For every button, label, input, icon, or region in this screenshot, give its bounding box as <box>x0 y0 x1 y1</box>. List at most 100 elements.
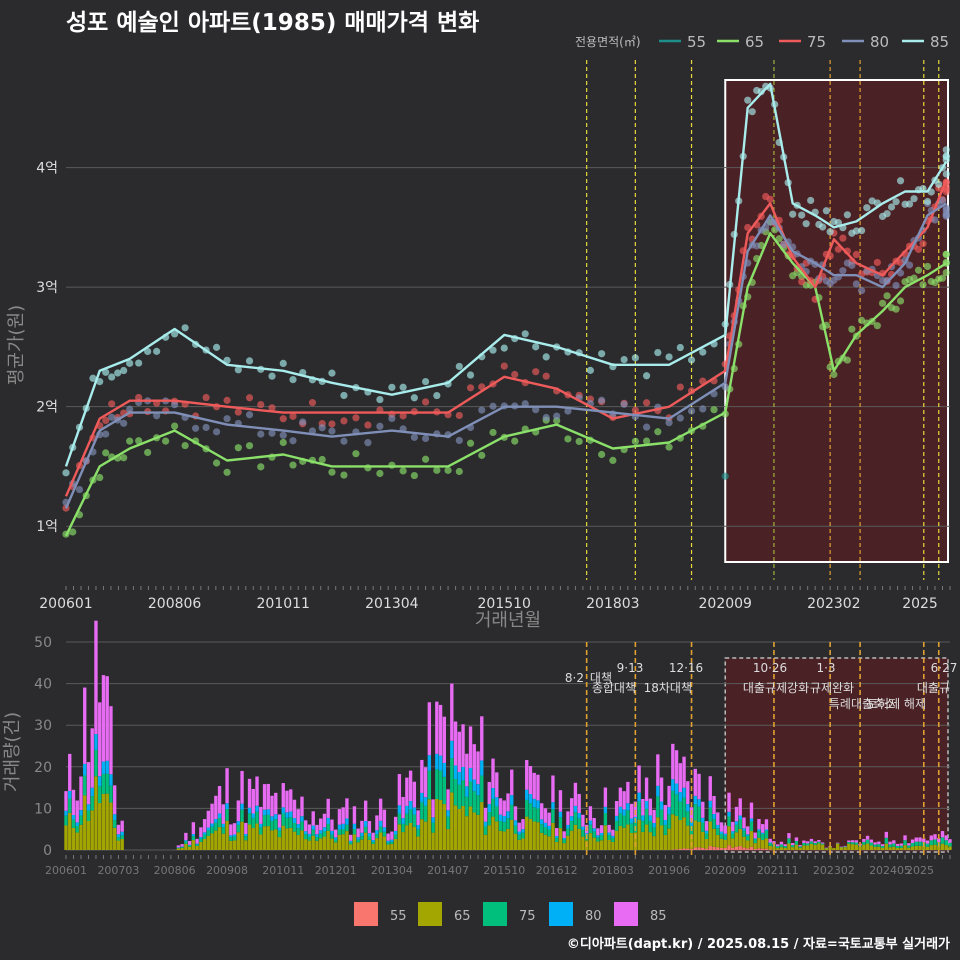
volume-bar-75 <box>517 834 521 840</box>
volume-bar-85 <box>933 834 937 840</box>
volume-bar-65 <box>408 822 413 850</box>
price-point-65 <box>376 469 384 478</box>
volume-bar-65 <box>191 840 196 850</box>
volume-bar-75 <box>109 785 113 803</box>
volume-bar-80 <box>607 832 611 836</box>
price-point-85 <box>883 210 891 218</box>
volume-bar-65 <box>304 839 308 850</box>
volume-bar-85 <box>457 731 461 773</box>
volume-bar-65 <box>341 834 345 850</box>
price-point-80 <box>753 242 761 250</box>
volume-bar-75 <box>607 835 611 841</box>
volume-bar-75 <box>483 826 488 835</box>
volume-bar-65 <box>476 814 480 850</box>
volume-bar-80 <box>547 825 551 830</box>
volume-bar-75 <box>397 813 402 825</box>
volume-bar-80 <box>453 765 458 779</box>
volume-bar-75 <box>375 834 379 839</box>
volume-bar-65 <box>618 825 623 850</box>
volume-bar-75 <box>184 841 188 844</box>
volume-bar-65 <box>296 835 300 850</box>
volume-bar-75 <box>274 819 278 830</box>
price-point-75 <box>500 362 508 370</box>
price-point-75 <box>257 400 265 409</box>
volume-bar-65 <box>712 828 716 847</box>
volume-bar-65 <box>217 827 222 850</box>
price-point-65 <box>598 450 606 459</box>
volume-bar-75 <box>599 835 604 841</box>
price-point-75 <box>108 400 116 408</box>
volume-bar-65 <box>850 844 855 850</box>
volume-bar-65 <box>386 844 390 850</box>
volume-bar-75 <box>603 812 608 826</box>
volume-bar-65 <box>240 821 244 850</box>
volume-bar-65 <box>236 832 240 850</box>
volume-bar-65 <box>356 842 360 850</box>
volume-bar-75 <box>498 820 503 831</box>
volume-bar-65 <box>326 830 330 850</box>
price-point-80 <box>192 424 200 432</box>
volume-x-tick-label: 201612 <box>536 864 578 877</box>
volume-bar-65 <box>674 815 679 850</box>
volume-bar-75 <box>465 796 469 817</box>
volume-bar-75 <box>319 833 323 839</box>
price-point-85 <box>135 359 143 367</box>
volume-bar-80 <box>716 824 720 829</box>
volume-bar-65 <box>723 839 727 848</box>
volume-bar-85 <box>922 838 926 843</box>
volume-bar-65 <box>761 840 765 849</box>
price-point-80 <box>942 211 950 219</box>
price-point-75 <box>873 258 881 267</box>
volume-bar-65 <box>510 819 514 850</box>
volume-bar-80 <box>229 835 233 838</box>
volume-bar-85 <box>656 754 660 786</box>
volume-bar-65 <box>910 846 915 850</box>
volume-bar-80 <box>618 806 623 814</box>
volume-bar-75 <box>472 791 476 813</box>
volume-bar-80 <box>397 805 402 814</box>
volume-bar-75 <box>678 801 682 821</box>
price-point-75 <box>223 396 231 404</box>
volume-bar-75 <box>206 830 211 836</box>
volume-bar-65 <box>629 833 634 850</box>
volume-bar-80 <box>405 805 409 814</box>
volume-bar-80 <box>540 819 544 825</box>
volume-bar-85 <box>483 807 488 822</box>
price-point-75 <box>289 412 297 420</box>
price-point-65 <box>942 250 950 258</box>
volume-bar-65 <box>884 843 889 850</box>
volume-bar-75 <box>255 811 259 824</box>
volume-bar-80 <box>326 817 330 824</box>
volume-bar-85 <box>210 803 214 824</box>
volume-bar-65 <box>330 838 334 850</box>
volume-bar-75 <box>547 829 551 837</box>
volume-bar-65 <box>442 804 447 850</box>
price-x-tick-label: 202302 <box>807 596 860 612</box>
price-point-65 <box>489 428 497 437</box>
volume-bar-85 <box>888 841 892 845</box>
price-point-80 <box>642 423 651 431</box>
volume-bar-85 <box>438 704 443 756</box>
volume-bar-85 <box>787 833 791 839</box>
volume-bar-75 <box>300 821 304 831</box>
volume-bar-85 <box>761 824 765 833</box>
volume-bar-80 <box>644 801 649 809</box>
volume-bar-85 <box>641 798 645 816</box>
volume-bar-65 <box>337 834 342 850</box>
volume-bar-80 <box>75 822 79 826</box>
volume-bar-75 <box>734 824 739 833</box>
volume-legend-swatch-55 <box>354 902 378 926</box>
price-point-80 <box>340 437 348 445</box>
volume-bar-65 <box>266 826 270 850</box>
volume-bar-80 <box>382 827 387 832</box>
volume-bar-75 <box>843 846 847 848</box>
volume-bar-85 <box>180 844 184 847</box>
volume-bar-85 <box>281 783 285 808</box>
volume-bar-85 <box>528 766 533 795</box>
volume-bar-75 <box>918 841 922 846</box>
volume-bar-80 <box>289 811 293 818</box>
volume-bar-65 <box>652 836 656 850</box>
volume-bar-80 <box>210 823 214 827</box>
volume-bar-65 <box>506 828 510 850</box>
price-point-80 <box>299 418 307 426</box>
